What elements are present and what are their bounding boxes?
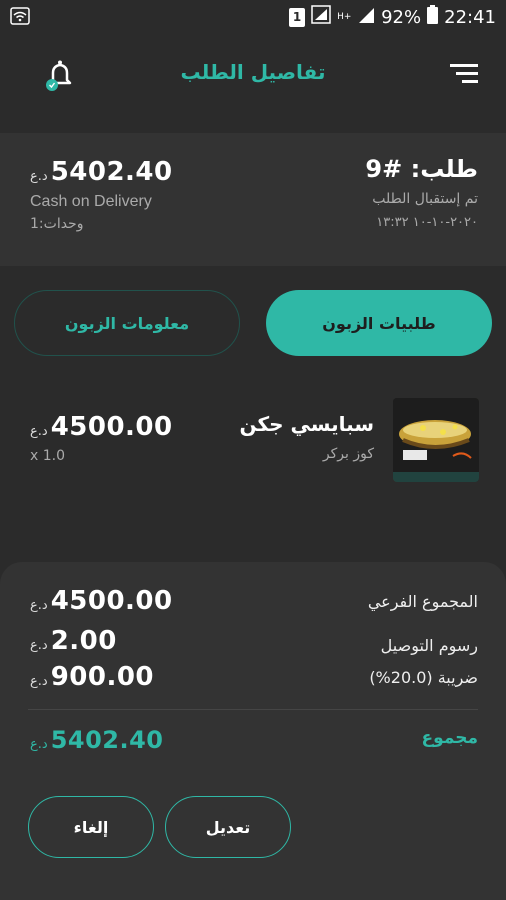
delivery-value: 2.00 [50, 626, 117, 656]
battery-percent: 92% [381, 6, 422, 28]
page-title: تفاصيل الطلب [180, 60, 326, 84]
item-quantity: x 1.0 [30, 448, 65, 464]
grand-total-amount: د.ع 5402.40 [30, 726, 164, 754]
tax-value: 900.00 [50, 662, 155, 692]
currency-label: د.ع [30, 598, 48, 613]
currency-label: د.ع [30, 169, 48, 184]
product-image [393, 398, 479, 482]
units-count: وحدات:1 [30, 216, 84, 232]
subtotal-label: المجموع الفرعي [367, 592, 478, 611]
currency-label: د.ع [30, 674, 48, 689]
wifi-icon [10, 7, 30, 29]
grand-total-label: مجموع [421, 728, 478, 748]
delivery-amount: د.ع 2.00 [30, 626, 117, 656]
totals-panel: المجموع الفرعي د.ع 4500.00 رسوم التوصيل … [0, 562, 506, 900]
tax-amount: د.ع 900.00 [30, 662, 154, 692]
divider [28, 709, 478, 710]
delivery-label: رسوم التوصيل [380, 636, 478, 655]
payment-method: Cash on Delivery [30, 193, 152, 210]
item-price-value: 4500.00 [50, 412, 173, 442]
sim-icon: 1 [289, 7, 306, 27]
grand-total-value: 5402.40 [50, 726, 164, 754]
edit-button[interactable]: تعديل [165, 796, 291, 858]
app-bar: تفاصيل الطلب [0, 34, 506, 130]
signal-icon [311, 5, 331, 29]
list-item[interactable]: سبايسي جكن كوز بركر د.ع 4500.00 x 1.0 [0, 396, 506, 486]
network-label: H+ [337, 11, 352, 22]
subtotal-amount: د.ع 4500.00 [30, 586, 173, 616]
currency-label: د.ع [30, 737, 48, 752]
item-price: د.ع 4500.00 [30, 412, 173, 442]
status-bar: 1 H+ 92% 22:41 [0, 0, 506, 34]
clock: 22:41 [444, 6, 496, 28]
currency-label: د.ع [30, 638, 48, 653]
tab-customer-info[interactable]: معلومات الزبون [14, 290, 240, 356]
item-category: كوز بركر [322, 446, 374, 462]
order-total: د.ع 5402.40 [30, 157, 173, 187]
currency-label: د.ع [30, 424, 48, 439]
tab-customer-orders[interactable]: طلبيات الزبون [266, 290, 492, 356]
order-summary: طلب: #9 تم إستقبال الطلب ٢٠٢٠-١٠-١٠ ١٣:٣… [0, 133, 506, 266]
signal-strength-icon [357, 6, 375, 29]
battery-icon [427, 5, 439, 29]
order-status: تم إستقبال الطلب [372, 191, 478, 207]
menu-icon[interactable] [450, 62, 480, 84]
cancel-button[interactable]: إلغاء [28, 796, 154, 858]
order-number: طلب: #9 [365, 155, 478, 183]
order-total-value: 5402.40 [50, 157, 173, 187]
item-name: سبايسي جكن [239, 412, 374, 436]
order-date: ٢٠٢٠-١٠-١٠ ١٣:٣٢ [376, 215, 478, 230]
tab-bar: معلومات الزبون طلبيات الزبون [14, 290, 492, 356]
subtotal-value: 4500.00 [50, 586, 173, 616]
tax-label: ضريبة (20.0%) [369, 668, 478, 687]
